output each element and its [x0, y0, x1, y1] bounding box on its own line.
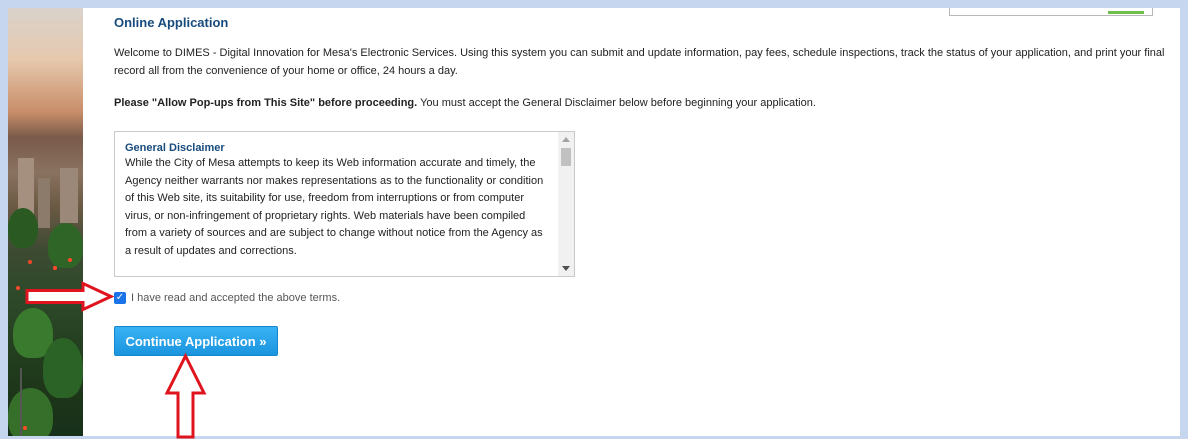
popups-warning: Please "Allow Pop-ups from This Site" be…: [114, 97, 418, 109]
disclaimer-body: While the City of Mesa attempts to keep …: [125, 157, 544, 257]
welcome-paragraph: Welcome to DIMES - Digital Innovation fo…: [114, 47, 1165, 77]
city-photo-banner: [8, 8, 83, 439]
page-title: Online Application: [114, 15, 229, 30]
accept-terms-row: ✓ I have read and accepted the above ter…: [114, 291, 340, 305]
disclaimer-content: General Disclaimer While the City of Mes…: [125, 142, 545, 261]
window-frame-right: [1180, 0, 1188, 439]
disclaimer-scrollbar[interactable]: [558, 132, 574, 276]
search-go-button[interactable]: [1108, 11, 1144, 14]
disclaimer-scroll-box[interactable]: General Disclaimer While the City of Mes…: [114, 131, 575, 277]
accept-terms-label[interactable]: I have read and accepted the above terms…: [131, 292, 340, 304]
popups-instruction: Please "Allow Pop-ups from This Site" be…: [114, 97, 1174, 109]
accept-terms-checkbox[interactable]: ✓: [114, 292, 126, 304]
disclaimer-instruction: You must accept the General Disclaimer b…: [417, 97, 816, 109]
window-frame-top: [0, 0, 1188, 8]
scrollbar-thumb[interactable]: [561, 148, 571, 166]
continue-application-button[interactable]: Continue Application »: [114, 326, 278, 356]
scroll-down-arrow-icon[interactable]: [562, 266, 570, 271]
header-search-box[interactable]: [949, 8, 1153, 16]
scroll-up-arrow-icon[interactable]: [562, 137, 570, 142]
main-content: Online Application Welcome to DIMES - Di…: [83, 8, 1180, 436]
disclaimer-title: General Disclaimer: [125, 142, 225, 154]
